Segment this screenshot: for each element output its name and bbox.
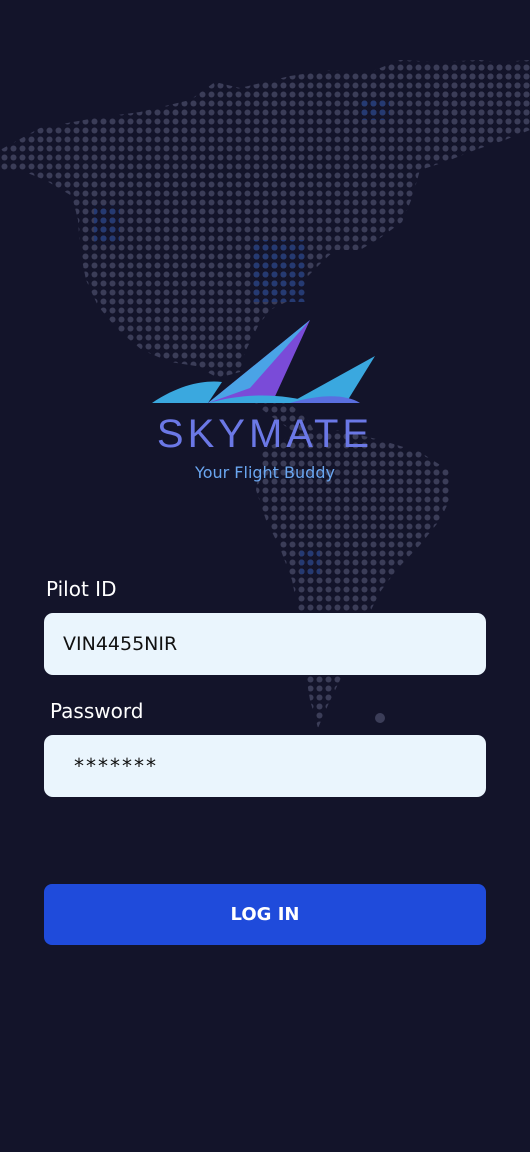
password-value: ******* [74,754,158,778]
pilot-id-input[interactable]: VIN4455NIR [44,613,486,675]
login-button[interactable]: LOG IN [44,884,486,945]
pilot-id-value: VIN4455NIR [63,633,178,655]
brand-name: SKYMATE [156,412,374,456]
plane-wings-icon [152,320,375,403]
password-input[interactable]: ******* [44,735,486,797]
password-label: Password [50,699,144,723]
pilot-id-label: Pilot ID [46,577,117,601]
login-button-label: LOG IN [230,904,300,925]
logo [0,318,530,408]
brand-tagline: Your Flight Buddy [195,463,335,482]
